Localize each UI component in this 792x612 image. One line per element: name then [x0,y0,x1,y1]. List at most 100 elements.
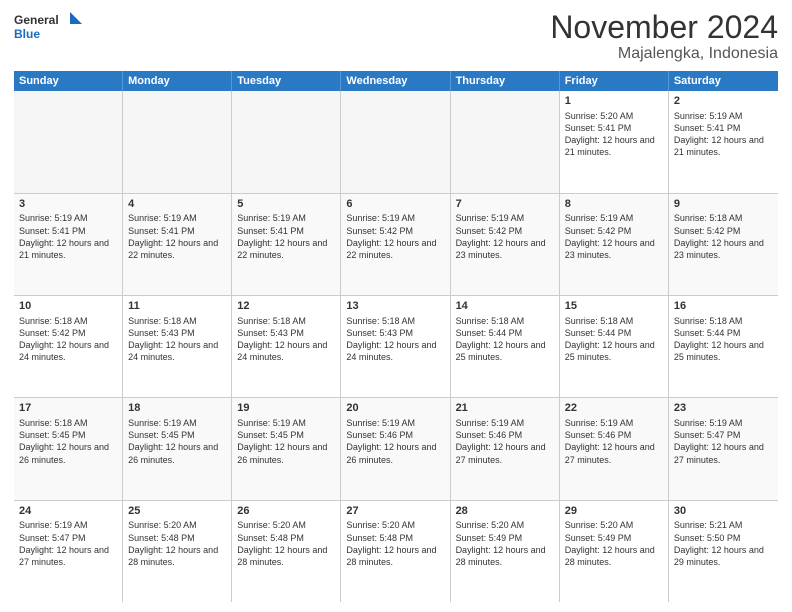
day-number: 14 [456,299,554,314]
sunset-text: Sunset: 5:42 PM [19,327,117,339]
calendar-cell [232,91,341,192]
sunset-text: Sunset: 5:42 PM [456,225,554,237]
location: Majalengka, Indonesia [550,45,778,63]
sunrise-text: Sunrise: 5:19 AM [128,417,226,429]
day-number: 6 [346,197,444,212]
daylight-text: Daylight: 12 hours and 24 minutes. [237,339,335,363]
sunset-text: Sunset: 5:45 PM [237,429,335,441]
calendar-cell: 26Sunrise: 5:20 AMSunset: 5:48 PMDayligh… [232,501,341,602]
sunset-text: Sunset: 5:44 PM [456,327,554,339]
calendar-cell: 2Sunrise: 5:19 AMSunset: 5:41 PMDaylight… [669,91,778,192]
sunset-text: Sunset: 5:48 PM [237,532,335,544]
day-number: 30 [674,504,773,519]
daylight-text: Daylight: 12 hours and 27 minutes. [456,441,554,465]
sunrise-text: Sunrise: 5:19 AM [674,417,773,429]
calendar-cell: 30Sunrise: 5:21 AMSunset: 5:50 PMDayligh… [669,501,778,602]
daylight-text: Daylight: 12 hours and 27 minutes. [565,441,663,465]
day-header-friday: Friday [560,71,669,91]
calendar-cell: 5Sunrise: 5:19 AMSunset: 5:41 PMDaylight… [232,194,341,295]
calendar-cell: 14Sunrise: 5:18 AMSunset: 5:44 PMDayligh… [451,296,560,397]
day-header-monday: Monday [123,71,232,91]
sunrise-text: Sunrise: 5:18 AM [128,315,226,327]
sunset-text: Sunset: 5:42 PM [346,225,444,237]
sunset-text: Sunset: 5:48 PM [346,532,444,544]
day-header-sunday: Sunday [14,71,123,91]
calendar-cell: 15Sunrise: 5:18 AMSunset: 5:44 PMDayligh… [560,296,669,397]
daylight-text: Daylight: 12 hours and 27 minutes. [674,441,773,465]
sunrise-text: Sunrise: 5:18 AM [346,315,444,327]
sunrise-text: Sunrise: 5:20 AM [565,110,663,122]
day-number: 8 [565,197,663,212]
daylight-text: Daylight: 12 hours and 22 minutes. [237,237,335,261]
daylight-text: Daylight: 12 hours and 22 minutes. [346,237,444,261]
calendar-week-4: 17Sunrise: 5:18 AMSunset: 5:45 PMDayligh… [14,398,778,500]
daylight-text: Daylight: 12 hours and 28 minutes. [237,544,335,568]
sunrise-text: Sunrise: 5:19 AM [237,212,335,224]
day-header-saturday: Saturday [669,71,778,91]
sunset-text: Sunset: 5:41 PM [128,225,226,237]
day-number: 22 [565,401,663,416]
sunset-text: Sunset: 5:43 PM [128,327,226,339]
sunset-text: Sunset: 5:46 PM [346,429,444,441]
calendar-body: 1Sunrise: 5:20 AMSunset: 5:41 PMDaylight… [14,91,778,602]
calendar-week-1: 1Sunrise: 5:20 AMSunset: 5:41 PMDaylight… [14,91,778,193]
sunset-text: Sunset: 5:41 PM [674,122,773,134]
day-number: 15 [565,299,663,314]
logo-icon: General Blue [14,10,84,42]
title-block: November 2024 Majalengka, Indonesia [550,10,778,63]
daylight-text: Daylight: 12 hours and 25 minutes. [456,339,554,363]
day-number: 7 [456,197,554,212]
sunrise-text: Sunrise: 5:18 AM [19,315,117,327]
sunrise-text: Sunrise: 5:19 AM [346,417,444,429]
calendar-cell: 9Sunrise: 5:18 AMSunset: 5:42 PMDaylight… [669,194,778,295]
daylight-text: Daylight: 12 hours and 23 minutes. [674,237,773,261]
calendar-cell: 6Sunrise: 5:19 AMSunset: 5:42 PMDaylight… [341,194,450,295]
sunset-text: Sunset: 5:44 PM [565,327,663,339]
day-number: 9 [674,197,773,212]
sunset-text: Sunset: 5:49 PM [456,532,554,544]
calendar-cell: 25Sunrise: 5:20 AMSunset: 5:48 PMDayligh… [123,501,232,602]
sunset-text: Sunset: 5:43 PM [346,327,444,339]
day-number: 20 [346,401,444,416]
daylight-text: Daylight: 12 hours and 24 minutes. [128,339,226,363]
day-number: 5 [237,197,335,212]
sunset-text: Sunset: 5:41 PM [565,122,663,134]
calendar-cell: 22Sunrise: 5:19 AMSunset: 5:46 PMDayligh… [560,398,669,499]
sunrise-text: Sunrise: 5:19 AM [19,212,117,224]
daylight-text: Daylight: 12 hours and 28 minutes. [565,544,663,568]
day-number: 25 [128,504,226,519]
sunset-text: Sunset: 5:45 PM [19,429,117,441]
sunrise-text: Sunrise: 5:19 AM [346,212,444,224]
sunrise-text: Sunrise: 5:20 AM [128,519,226,531]
svg-text:Blue: Blue [14,27,40,41]
sunset-text: Sunset: 5:41 PM [237,225,335,237]
sunrise-text: Sunrise: 5:19 AM [456,212,554,224]
calendar-cell: 16Sunrise: 5:18 AMSunset: 5:44 PMDayligh… [669,296,778,397]
sunset-text: Sunset: 5:44 PM [674,327,773,339]
day-number: 4 [128,197,226,212]
day-header-thursday: Thursday [451,71,560,91]
daylight-text: Daylight: 12 hours and 29 minutes. [674,544,773,568]
daylight-text: Daylight: 12 hours and 21 minutes. [19,237,117,261]
daylight-text: Daylight: 12 hours and 22 minutes. [128,237,226,261]
daylight-text: Daylight: 12 hours and 21 minutes. [565,134,663,158]
header: General Blue November 2024 Majalengka, I… [14,10,778,63]
logo: General Blue [14,10,84,42]
sunrise-text: Sunrise: 5:18 AM [19,417,117,429]
day-number: 27 [346,504,444,519]
day-number: 10 [19,299,117,314]
sunrise-text: Sunrise: 5:19 AM [674,110,773,122]
daylight-text: Daylight: 12 hours and 28 minutes. [346,544,444,568]
daylight-text: Daylight: 12 hours and 21 minutes. [674,134,773,158]
calendar-cell: 8Sunrise: 5:19 AMSunset: 5:42 PMDaylight… [560,194,669,295]
daylight-text: Daylight: 12 hours and 24 minutes. [19,339,117,363]
sunset-text: Sunset: 5:42 PM [565,225,663,237]
calendar-cell: 13Sunrise: 5:18 AMSunset: 5:43 PMDayligh… [341,296,450,397]
sunrise-text: Sunrise: 5:19 AM [237,417,335,429]
calendar-cell: 18Sunrise: 5:19 AMSunset: 5:45 PMDayligh… [123,398,232,499]
calendar-cell: 29Sunrise: 5:20 AMSunset: 5:49 PMDayligh… [560,501,669,602]
day-number: 1 [565,94,663,109]
calendar-header: SundayMondayTuesdayWednesdayThursdayFrid… [14,71,778,91]
daylight-text: Daylight: 12 hours and 28 minutes. [456,544,554,568]
daylight-text: Daylight: 12 hours and 26 minutes. [128,441,226,465]
